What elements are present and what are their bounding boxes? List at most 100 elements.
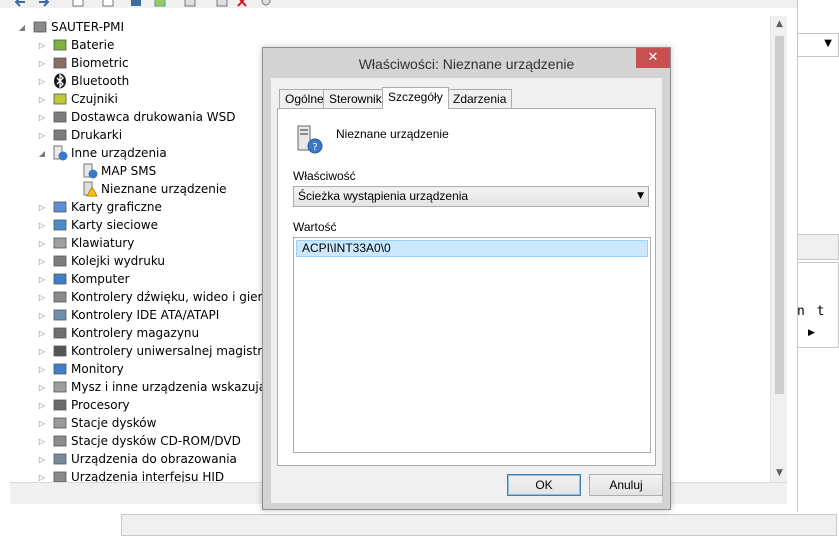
tree-item-label: Nieznane urządzenie: [101, 182, 227, 196]
cdrom-icon: [52, 433, 68, 449]
tree-item[interactable]: ▷ Baterie: [36, 36, 114, 54]
expand-arrow-icon[interactable]: ▷: [36, 275, 48, 284]
enable-device-icon[interactable]: [260, 0, 272, 6]
tree-item[interactable]: MAP SMS: [66, 162, 156, 180]
tree-item-label: Procesory: [71, 398, 130, 412]
expand-arrow-icon[interactable]: ▷: [36, 383, 48, 392]
tab-events[interactable]: Zdarzenia: [447, 89, 513, 108]
tree-item[interactable]: ◢ SAUTER-PMI: [16, 18, 124, 36]
tree-item[interactable]: ▷ Kontrolery dźwięku, wideo i gier: [36, 288, 263, 306]
tab-driver[interactable]: Sterownik: [323, 89, 388, 108]
chevron-right-icon[interactable]: ▶: [808, 328, 815, 338]
tree-item-label: Kontrolery dźwięku, wideo i gier: [71, 290, 263, 304]
expand-arrow-icon[interactable]: ▷: [36, 95, 48, 104]
expand-arrow-icon[interactable]: ▷: [36, 347, 48, 356]
expand-arrow-icon[interactable]: ▷: [36, 293, 48, 302]
expand-arrow-icon[interactable]: ▷: [36, 239, 48, 248]
unknown-device-icon: ?: [296, 124, 324, 154]
expand-arrow-icon[interactable]: ▷: [36, 329, 48, 338]
processor-icon: [52, 397, 68, 413]
disable-device-icon[interactable]: [216, 0, 228, 7]
tree-item[interactable]: Nieznane urządzenie: [66, 180, 227, 198]
expand-arrow-icon[interactable]: ▷: [36, 77, 48, 86]
tree-item[interactable]: ▷ Biometric: [36, 54, 129, 72]
monitor-icon: [52, 361, 68, 377]
unknown-device-icon: [52, 145, 68, 161]
scroll-down-icon[interactable]: ▼: [771, 465, 788, 482]
expand-arrow-icon[interactable]: ▷: [36, 437, 48, 446]
tree-item-label: Monitory: [71, 362, 124, 376]
tree-item[interactable]: ▷ Monitory: [36, 360, 124, 378]
network-adapter-icon: [52, 217, 68, 233]
battery-icon: [52, 37, 68, 53]
printer-icon: [52, 127, 68, 143]
expand-arrow-icon[interactable]: ▷: [36, 455, 48, 464]
tree-item[interactable]: ▷ Karty graficzne: [36, 198, 162, 216]
expand-arrow-icon[interactable]: ▷: [36, 311, 48, 320]
expand-arrow-icon[interactable]: ▷: [36, 473, 48, 482]
tree-item[interactable]: ▷ Drukarki: [36, 126, 122, 144]
tree-item[interactable]: ▷ Stacje dysków CD-ROM/DVD: [36, 432, 241, 450]
tree-item[interactable]: ▷ Klawiatury: [36, 234, 134, 252]
tree-item[interactable]: ▷ Urządzenia interfejsu HID: [36, 468, 224, 482]
expand-arrow-icon[interactable]: ▷: [36, 221, 48, 230]
background-dropdown[interactable]: ▼: [797, 33, 839, 57]
tree-item[interactable]: ▷ Komputer: [36, 270, 130, 288]
unknown-device-icon: [82, 163, 98, 179]
value-label: Wartość: [293, 220, 337, 234]
property-select[interactable]: Ścieżka wystąpienia urządzenia ▼: [293, 186, 649, 207]
tree-item[interactable]: ▷ Urządzenia do obrazowania: [36, 450, 237, 468]
tab-details[interactable]: Szczegóły: [382, 87, 449, 109]
tree-item-label: Drukarki: [71, 128, 123, 142]
scroll-up-icon[interactable]: ▲: [771, 16, 788, 33]
update-driver-icon[interactable]: [154, 0, 166, 7]
expand-arrow-icon[interactable]: ▷: [36, 203, 48, 212]
expand-arrow-icon[interactable]: ▷: [36, 401, 48, 410]
value-list[interactable]: ACPI\INT33A0\0: [293, 237, 651, 453]
tree-item[interactable]: ▷ Kontrolery IDE ATA/ATAPI: [36, 306, 219, 324]
back-icon[interactable]: [14, 0, 26, 7]
tree-vertical-scrollbar[interactable]: ▲ ▼: [770, 16, 787, 482]
tree-item[interactable]: ▷ Bluetooth: [36, 72, 129, 90]
tree-item-label: Urządzenia interfejsu HID: [71, 470, 225, 482]
tree-item[interactable]: ▷ Dostawca drukowania WSD: [36, 108, 236, 126]
tree-item[interactable]: ▷ Karty sieciowe: [36, 216, 158, 234]
tree-item[interactable]: ▷ Kontrolery magazynu: [36, 324, 199, 342]
tree-item-label: Stacje dysków CD-ROM/DVD: [71, 434, 241, 448]
uninstall-device-icon[interactable]: [236, 0, 248, 7]
tree-item[interactable]: ▷ Kontrolery uniwersalnej magistrali s: [36, 342, 286, 360]
tree-item-label: MAP SMS: [101, 164, 157, 178]
expanded-arrow-icon[interactable]: ◢: [16, 23, 28, 32]
expand-arrow-icon[interactable]: ▷: [36, 131, 48, 140]
expand-arrow-icon[interactable]: ▷: [36, 113, 48, 122]
scan-hardware-icon[interactable]: [184, 0, 196, 7]
ok-button[interactable]: OK: [507, 474, 581, 496]
display-adapter-icon: [52, 199, 68, 215]
forward-icon[interactable]: [38, 0, 50, 7]
refresh-tool-icon[interactable]: [130, 0, 142, 6]
tree-item[interactable]: ▷ Czujniki: [36, 90, 118, 108]
tree-item[interactable]: ▷ Kolejki wydruku: [36, 252, 165, 270]
properties-tool-icon[interactable]: [72, 0, 84, 7]
tree-item[interactable]: ▷ Procesory: [36, 396, 130, 414]
warning-device-icon: [82, 181, 98, 197]
expand-arrow-icon[interactable]: ▷: [36, 365, 48, 374]
chevron-down-icon: ▼: [824, 38, 832, 49]
tree-item-label: Dostawca drukowania WSD: [71, 110, 236, 124]
tree-item[interactable]: ▷ Stacje dysków: [36, 414, 157, 432]
expand-arrow-icon[interactable]: ▷: [36, 59, 48, 68]
value-list-item[interactable]: ACPI\INT33A0\0: [296, 240, 648, 257]
tree-item-label: Mysz i inne urządzenia wskazujące: [71, 380, 281, 394]
expand-arrow-icon[interactable]: ▷: [36, 41, 48, 50]
computer-icon: [52, 271, 68, 287]
expanded-arrow-icon[interactable]: ◢: [36, 149, 48, 158]
expand-arrow-icon[interactable]: ▷: [36, 419, 48, 428]
cancel-button[interactable]: Anuluj: [589, 474, 663, 496]
close-button[interactable]: ✕: [636, 48, 670, 68]
tree-item[interactable]: ▷ Mysz i inne urządzenia wskazujące: [36, 378, 280, 396]
tree-item[interactable]: ◢ Inne urządzenia: [36, 144, 167, 162]
tree-item-label: Baterie: [71, 38, 115, 52]
expand-arrow-icon[interactable]: ▷: [36, 257, 48, 266]
scroll-thumb[interactable]: [775, 36, 784, 394]
help-tool-icon[interactable]: [102, 0, 114, 7]
